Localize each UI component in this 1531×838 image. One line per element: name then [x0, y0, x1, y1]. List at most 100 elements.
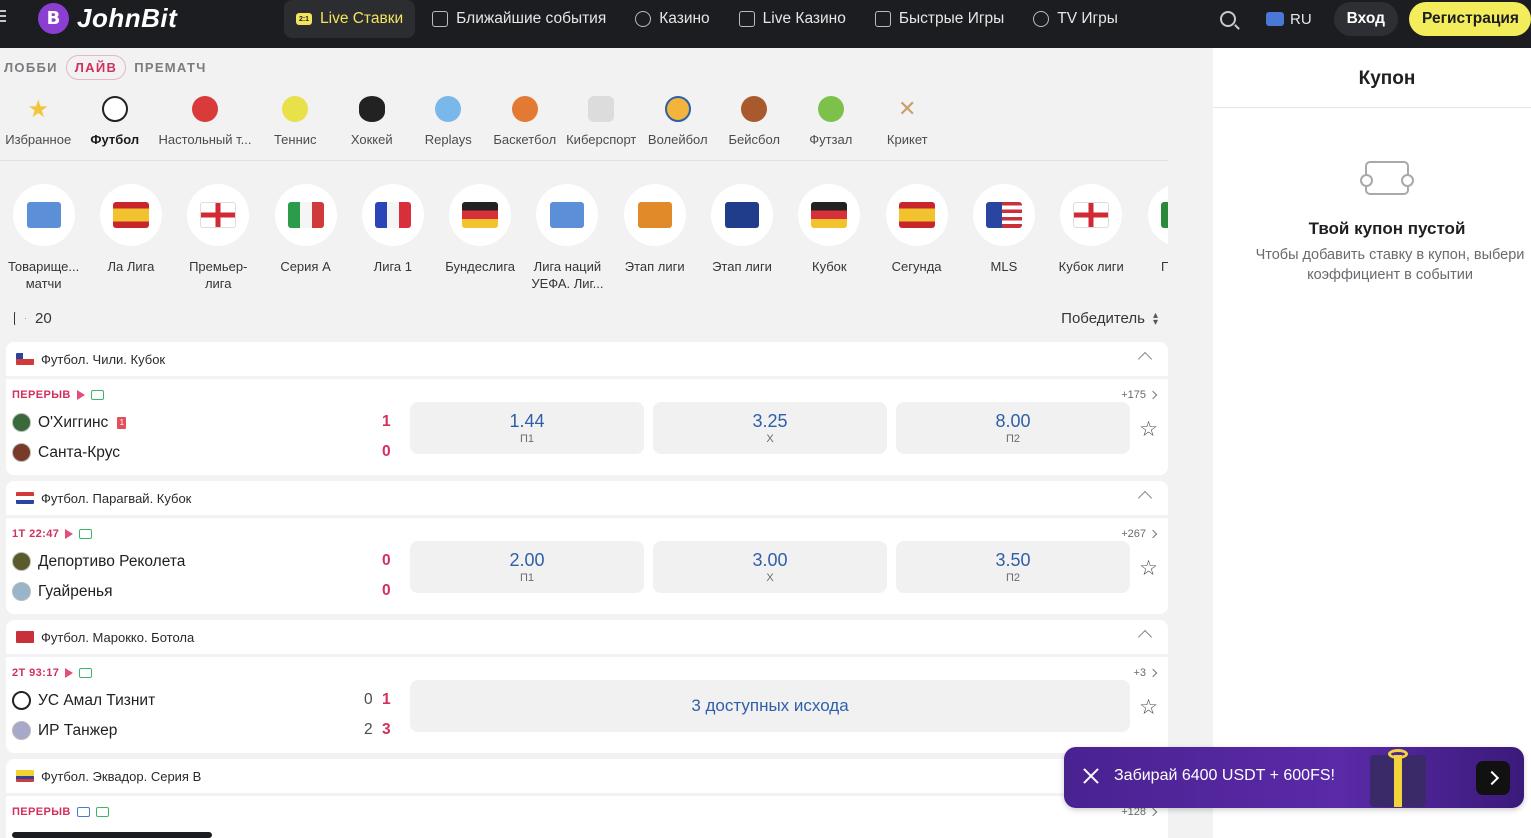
portugal-flag-icon	[1160, 202, 1168, 228]
odd-button-p2[interactable]: 8.00 П2	[896, 402, 1130, 454]
login-button[interactable]: Вход	[1333, 2, 1398, 36]
league-item[interactable]: Лига наций УЕФА. Лиг...	[524, 184, 611, 304]
event-group-header[interactable]: Футбол. Эквадор. Серия B	[6, 759, 1168, 793]
league-item[interactable]: Товарище... матчи	[0, 184, 87, 304]
favorite-star-icon[interactable]: ☆	[1139, 697, 1158, 718]
sport-tennis[interactable]: Теннис	[257, 96, 334, 154]
sport-basketball[interactable]: Баскетбол	[487, 96, 564, 154]
sport-replays[interactable]: Replays	[410, 96, 487, 154]
logo[interactable]: B JohnBit	[38, 3, 177, 34]
league-label: Этап лиги	[624, 259, 685, 274]
odd-button-p1[interactable]: 1.44 П1	[410, 402, 644, 454]
league-badge	[99, 184, 162, 246]
odd-value: 3.25	[752, 411, 788, 431]
sport-volleyball[interactable]: Волейбол	[640, 96, 717, 154]
league-item[interactable]: Этап лиги	[611, 184, 698, 304]
event-card[interactable]: 1Т 22:47 +267 Депортиво Реколета Гуайрен…	[6, 518, 1168, 614]
stream-icon[interactable]	[76, 390, 85, 400]
odd-button-x[interactable]: 3.00 Х	[653, 541, 887, 593]
globe-icon	[550, 202, 585, 228]
register-button[interactable]: Регистрация	[1409, 2, 1531, 36]
field-icon[interactable]	[90, 390, 104, 400]
futsal-ball-icon	[817, 96, 844, 122]
collapse-icon[interactable]	[1137, 351, 1153, 367]
nav-casino[interactable]: Казино	[623, 0, 721, 38]
league-badge	[536, 184, 599, 246]
sport-esports[interactable]: Киберспорт	[563, 96, 640, 154]
scrollbar[interactable]	[12, 832, 212, 838]
stream-icon[interactable]	[65, 668, 74, 678]
event-league-title: Футбол. Марокко. Ботола	[41, 629, 195, 645]
chevron-right-icon	[1148, 529, 1158, 539]
league-item[interactable]: Лига 1	[349, 184, 436, 304]
league-item[interactable]: Сегунда	[873, 184, 960, 304]
league-item[interactable]: MLS	[960, 184, 1047, 304]
event-card[interactable]: ПЕРЕРЫВ +175 О'Хиггинс 1 Санта-Крус 1 0 …	[6, 379, 1168, 475]
field-icon[interactable]	[95, 807, 109, 817]
odd-value: 2.00	[509, 550, 545, 570]
event-group-header[interactable]: Футбол. Марокко. Ботола	[6, 620, 1168, 654]
main-content: ЛОББИ ЛАЙВ ПРЕМАТЧ ★ Избранное Футбол На…	[0, 48, 1213, 838]
odd-button-p1[interactable]: 2.00 П1	[410, 541, 644, 593]
more-markets-link[interactable]: +267	[1121, 528, 1158, 540]
menu-icon[interactable]	[0, 10, 8, 24]
sort-selector[interactable]: Победитель ▴ ▾	[1061, 310, 1158, 327]
league-item[interactable]: Кубок лиги	[1048, 184, 1135, 304]
promo-banner[interactable]: Забирай 6400 USDT + 600FS!	[1064, 747, 1524, 808]
home-score: 0	[382, 552, 391, 569]
favorite-star-icon[interactable]: ☆	[1139, 419, 1158, 440]
sport-futsal[interactable]: Футзал	[793, 96, 870, 154]
close-icon[interactable]	[1081, 766, 1101, 786]
league-badge	[798, 184, 861, 246]
field-icon[interactable]	[79, 529, 93, 539]
odd-button-x[interactable]: 3.25 Х	[653, 402, 887, 454]
nav-live-casino[interactable]: Live Казино	[727, 0, 858, 38]
league-item[interactable]: Премьер-лига	[175, 184, 262, 304]
hockey-puck-icon	[358, 96, 385, 122]
tab-lobby[interactable]: ЛОББИ	[4, 60, 58, 75]
event-group-header[interactable]: Футбол. Парагвай. Кубок	[6, 481, 1168, 515]
league-item[interactable]: Ла Лига	[87, 184, 174, 304]
sport-table-tennis[interactable]: Настольный т...	[153, 96, 257, 154]
field-icon[interactable]	[79, 668, 93, 678]
outcomes-button[interactable]: 3 доступных исхода	[410, 680, 1130, 732]
away-score: 0	[382, 582, 391, 599]
status-text: ПЕРЕРЫВ	[12, 806, 71, 818]
language-selector[interactable]: RU	[1266, 11, 1312, 28]
search-icon[interactable]	[1220, 11, 1236, 27]
soccer-ball-icon	[101, 96, 128, 122]
match-status: 1Т 22:47	[12, 528, 93, 540]
more-markets-link[interactable]: +3	[1133, 667, 1158, 679]
nav-live-bets[interactable]: 2:1 Live Ставки	[284, 0, 416, 38]
nav-tv-games[interactable]: TV Игры	[1021, 0, 1130, 38]
stream-icon[interactable]	[65, 529, 74, 539]
collapse-icon[interactable]	[1137, 490, 1153, 506]
home-score: 1	[382, 691, 391, 708]
league-item[interactable]: Этап лиги	[698, 184, 785, 304]
sport-cricket[interactable]: ✕ Крикет	[869, 96, 946, 154]
nav-fast-games[interactable]: Быстрые Игры	[863, 0, 1016, 38]
sport-hockey[interactable]: Хоккей	[334, 96, 411, 154]
collapse-icon[interactable]	[1137, 629, 1153, 645]
favorite-star-icon[interactable]: ☆	[1139, 558, 1158, 579]
sport-favorites[interactable]: ★ Избранное	[0, 96, 77, 154]
tab-prematch[interactable]: ПРЕМАТЧ	[134, 60, 206, 75]
cricket-bats-icon: ✕	[898, 96, 917, 121]
sport-baseball[interactable]: Бейсбол	[716, 96, 793, 154]
league-item[interactable]: Кубок	[786, 184, 873, 304]
away-half-score: 2	[364, 721, 373, 738]
video-icon[interactable]	[76, 807, 90, 817]
divider	[1213, 107, 1531, 108]
league-item[interactable]: Серия А	[262, 184, 349, 304]
team-name: Депортиво Реколета	[38, 552, 186, 570]
promo-arrow-button[interactable]	[1476, 761, 1510, 795]
nav-upcoming-events[interactable]: Ближайшие события	[420, 0, 618, 38]
more-markets-link[interactable]: +175	[1121, 389, 1158, 401]
event-card[interactable]: 2Т 93:17 +3 УС Амал Тизнит ИР Танжер 0 2…	[6, 657, 1168, 753]
league-item[interactable]: Бундеслига	[436, 184, 523, 304]
event-group-header[interactable]: Футбол. Чили. Кубок	[6, 342, 1168, 376]
sport-football[interactable]: Футбол	[77, 96, 154, 154]
league-item[interactable]: При л	[1135, 184, 1168, 304]
tab-live[interactable]: ЛАЙВ	[65, 55, 127, 80]
odd-button-p2[interactable]: 3.50 П2	[896, 541, 1130, 593]
